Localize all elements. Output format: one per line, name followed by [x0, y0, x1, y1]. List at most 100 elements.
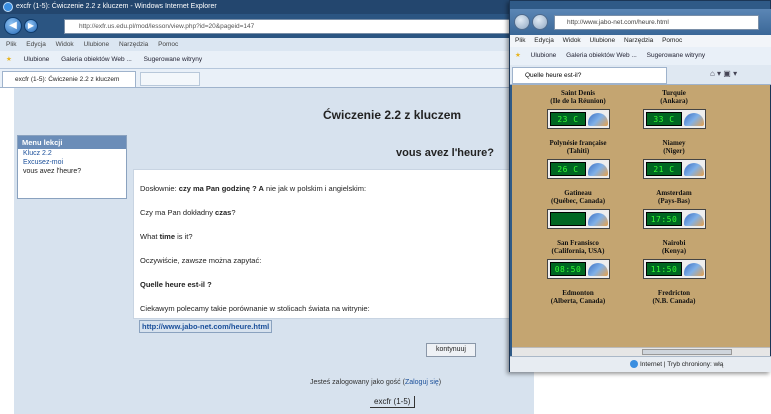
- page-title: Ćwiczenie 2.2 z kluczem: [323, 108, 462, 122]
- w2-star-icon: ★: [515, 52, 521, 59]
- city-region: (Pays-Bas): [658, 197, 690, 205]
- clock-cell: Polynésie française (Tahiti) 26 C: [532, 135, 624, 191]
- w2-menu-ulubione[interactable]: Ulubione: [590, 37, 616, 44]
- globe-icon: [630, 360, 638, 369]
- menu-ulubione[interactable]: Ulubione: [84, 41, 110, 48]
- w2-address-url: http://www.jabo-net.com/heure.html: [567, 19, 669, 26]
- tab-active[interactable]: excfr (1-5): Ćwiczenie 2.2 z kluczem: [2, 71, 136, 87]
- address-bar[interactable]: http://exfr.us.edu.pl/mod/lesson/view.ph…: [64, 19, 514, 34]
- clock-display: [550, 212, 586, 226]
- clock-display: 17:50: [646, 212, 682, 226]
- w2-forward-button[interactable]: [532, 14, 548, 30]
- city-name: Polynésie française: [549, 139, 607, 147]
- heure-link-row: http://www.jabo-net.com/heure.html: [139, 320, 273, 333]
- clock-cell: Amsterdam (Pays-Bas) 17:50: [628, 185, 720, 241]
- gauge-icon: [684, 213, 704, 226]
- lesson-line-2: Czy ma Pan dokładny czas?: [140, 208, 236, 217]
- back-button[interactable]: ◀: [4, 17, 22, 35]
- suggested-sites-link[interactable]: Sugerowane witryny: [144, 56, 203, 63]
- menu-edycja[interactable]: Edycja: [26, 41, 46, 48]
- scrollbar-thumb[interactable]: [642, 349, 732, 355]
- w2-favorites-bar: ★ Ulubione Galeria obiektów Web ... Suge…: [510, 47, 771, 65]
- clock-widget: 23 C: [547, 109, 610, 129]
- w2-suggested-sites-link[interactable]: Sugerowane witryny: [647, 52, 706, 59]
- city-name: San Fransisco: [557, 239, 599, 247]
- w2-page-content: Saint Denis (Ile de la Réunion) 23 C Tur…: [512, 85, 770, 347]
- clock-widget: 17:50: [643, 209, 706, 229]
- gauge-icon: [684, 113, 704, 126]
- city-region: (Ankara): [660, 97, 688, 105]
- city-region: (Kenya): [661, 247, 687, 255]
- city-region: (Ile de la Réunion): [550, 97, 606, 105]
- w2-toolbar-icons[interactable]: ⌂ ▾ ▣ ▾: [710, 69, 737, 78]
- login-link[interactable]: Zaloguj się: [405, 379, 439, 386]
- menu-widok[interactable]: Widok: [56, 41, 74, 48]
- gauge-icon: [588, 113, 608, 126]
- favorites-button[interactable]: Ulubione: [24, 56, 50, 63]
- clock-widget: 21 C: [643, 159, 706, 179]
- clock-display: 08:50: [550, 262, 586, 276]
- continue-button[interactable]: kontynuuj: [426, 343, 476, 357]
- w2-menu-widok[interactable]: Widok: [563, 37, 581, 44]
- jabo-net-window: http://www.jabo-net.com/heure.html Plik …: [509, 0, 771, 372]
- menu-plik[interactable]: Plik: [6, 41, 16, 48]
- w2-status-text: Internet | Tryb chroniony: włą: [640, 361, 724, 368]
- w2-status-bar: Internet | Tryb chroniony: włą: [510, 356, 771, 372]
- lesson-line-3: What time is it?: [140, 232, 193, 241]
- clock-cell: Turquie (Ankara) 33 C: [628, 85, 720, 141]
- clock-cell: Edmonton (Alberta, Canada): [532, 285, 624, 341]
- w2-web-slice-gallery-link[interactable]: Galeria obiektów Web ...: [566, 52, 637, 59]
- city-name: Nairobi: [662, 239, 686, 247]
- gauge-icon: [588, 263, 608, 276]
- clock-cell: San Fransisco (California, USA) 08:50: [532, 235, 624, 291]
- clock-cell: Niamey (Niger) 21 C: [628, 135, 720, 191]
- menu-narzedzia[interactable]: Narzędzia: [119, 41, 148, 48]
- city-name: Niamey: [662, 139, 686, 147]
- new-tab-button[interactable]: [140, 72, 200, 86]
- w2-menu-pomoc[interactable]: Pomoc: [662, 37, 682, 44]
- web-slice-gallery-link[interactable]: Galeria obiektów Web ...: [61, 56, 132, 63]
- city-region: (Niger): [663, 147, 685, 155]
- login-info: Jesteś zalogowany jako gość (Zaloguj się…: [310, 379, 441, 386]
- clock-widget: 11:50: [643, 259, 706, 279]
- course-footer-link[interactable]: excfr (1-5): [370, 396, 416, 408]
- clock-widget: 26 C: [547, 159, 610, 179]
- clock-cell: Fredricton (N.B. Canada): [628, 285, 720, 341]
- city-name: Gatineau: [564, 189, 592, 197]
- forward-button[interactable]: ▶: [24, 19, 38, 33]
- horizontal-scrollbar[interactable]: [512, 347, 770, 356]
- w2-menu-edycja[interactable]: Edycja: [534, 37, 554, 44]
- w2-back-button[interactable]: [514, 14, 530, 30]
- w2-menu-narzedzia[interactable]: Narzędzia: [624, 37, 653, 44]
- lesson-menu: Menu lekcji Klucz 2.2 Excusez-moi vous a…: [17, 135, 127, 199]
- city-name: Edmonton: [562, 289, 594, 297]
- lesson-menu-title: Menu lekcji: [18, 136, 126, 149]
- city-region: (California, USA): [551, 247, 605, 255]
- lesson-menu-item-excusez[interactable]: Excusez-moi: [18, 158, 126, 167]
- w2-favorites-button[interactable]: Ulubione: [531, 52, 557, 59]
- ie-icon: [3, 2, 13, 12]
- city-name: Fredricton: [657, 289, 691, 297]
- clock-cell: Gatineau (Québec, Canada): [532, 185, 624, 241]
- city-region: (Québec, Canada): [550, 197, 606, 205]
- page-subheading: vous avez l'heure?: [396, 147, 494, 159]
- w2-tab-title: Quelle heure est-il?: [525, 72, 582, 79]
- lesson-content: Dosłownie: czy ma Pan godzinę ? A nie ja…: [133, 169, 533, 319]
- clock-display: 26 C: [550, 162, 586, 176]
- lesson-menu-item-klucz[interactable]: Klucz 2.2: [18, 149, 126, 158]
- lesson-menu-item-current: vous avez l'heure?: [23, 168, 82, 175]
- menu-pomoc[interactable]: Pomoc: [158, 41, 178, 48]
- city-region: (Tahiti): [566, 147, 590, 155]
- window-title: excfr (1-5): Ćwiczenie 2.2 z kluczem - W…: [16, 3, 217, 10]
- city-name: Saint Denis: [560, 89, 596, 97]
- city-name: Amsterdam: [656, 189, 692, 197]
- w2-menu-plik[interactable]: Plik: [515, 37, 525, 44]
- w2-address-row: http://www.jabo-net.com/heure.html: [510, 9, 771, 35]
- lesson-line-4: Oczywiście, zawsze można zapytać:: [140, 256, 262, 265]
- clock-widget: 08:50: [547, 259, 610, 279]
- heure-link[interactable]: http://www.jabo-net.com/heure.html: [139, 320, 273, 333]
- w2-menu-bar: Plik Edycja Widok Ulubione Narzędzia Pom…: [510, 35, 771, 47]
- gauge-icon: [684, 263, 704, 276]
- w2-tab-active[interactable]: Quelle heure est-il?: [512, 67, 667, 84]
- w2-address-bar[interactable]: http://www.jabo-net.com/heure.html: [554, 15, 759, 30]
